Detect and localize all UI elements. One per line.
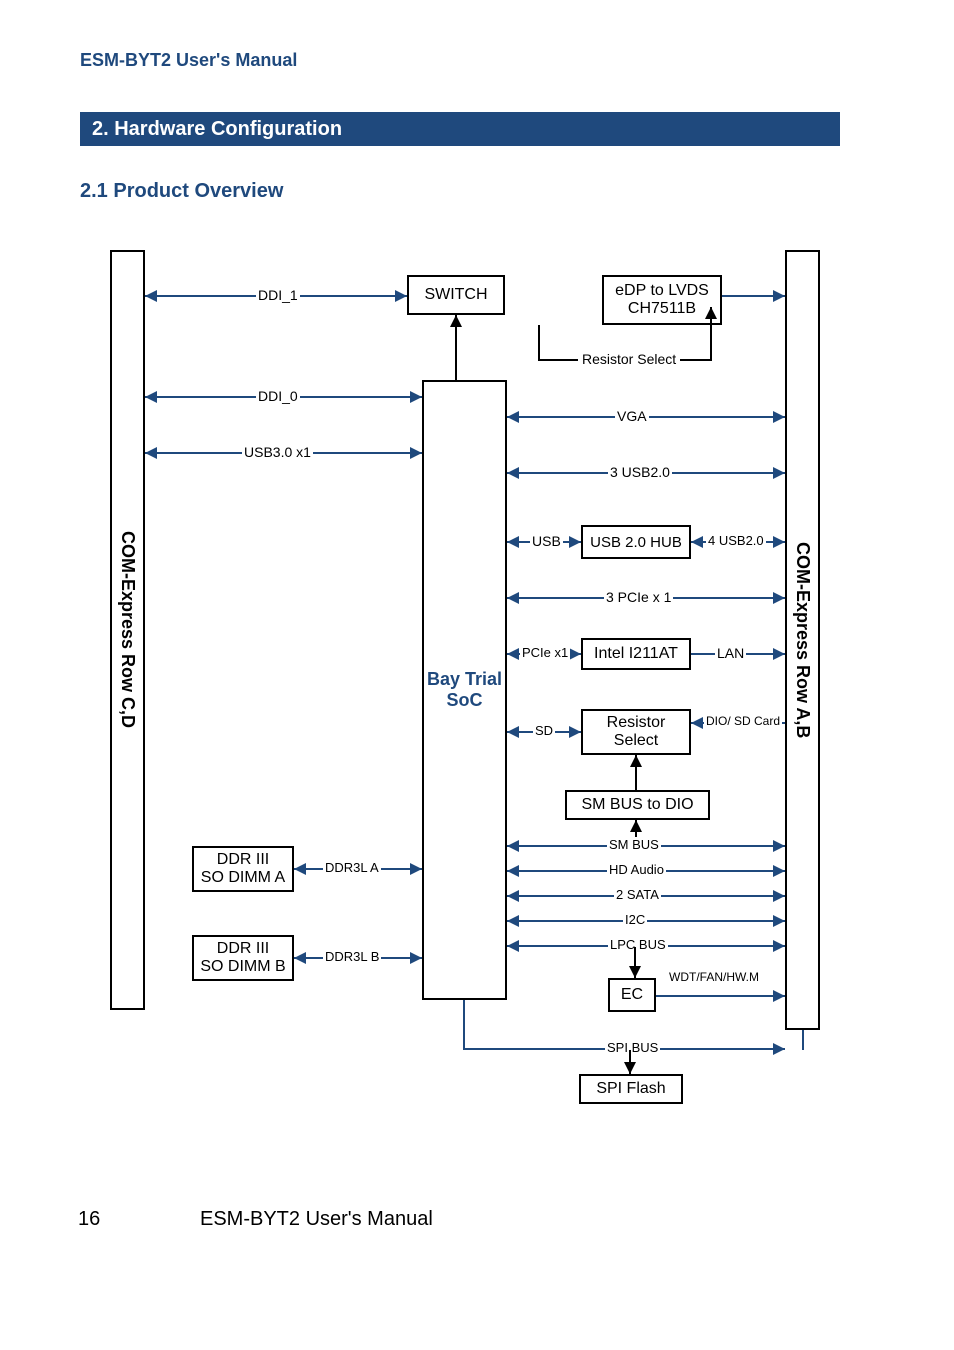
com-express-cd-label: COM-Express Row C,D — [117, 531, 138, 728]
lvds-l1: eDP to LVDS — [615, 282, 709, 300]
lan-label: LAN — [715, 645, 746, 661]
com-express-ab-box: COM-Express Row A,B — [785, 250, 820, 1030]
ddrb-l2: SO DIMM B — [200, 958, 285, 976]
soc-label2: SoC — [447, 690, 483, 711]
ddi1-label: DDI_1 — [256, 287, 300, 303]
spi-label: SPI BUS — [605, 1040, 660, 1055]
vga-label: VGA — [615, 408, 649, 424]
res-l2: Select — [614, 732, 658, 750]
lvds-l2: CH7511B — [628, 300, 696, 318]
section-heading: 2.1 Product Overview — [80, 180, 283, 203]
com-express-ab-label: COM-Express Row A,B — [792, 542, 813, 738]
ddra-l2: SO DIMM A — [201, 869, 285, 887]
block-diagram: COM-Express Row C,D COM-Express Row A,B … — [110, 250, 820, 1112]
ddrb-l1: DDR III — [217, 940, 269, 958]
dio-sd-label: DIO/ SD Card — [704, 714, 782, 728]
usb20-3-label: 3 USB2.0 — [608, 464, 672, 480]
pcie1-label: PCIe x1 — [520, 645, 570, 660]
sata-label: 2 SATA — [614, 887, 661, 902]
ddr3lb-label: DDR3L B — [323, 949, 381, 964]
res-l1: Resistor — [607, 714, 666, 732]
resistor-select-label: Resistor Select — [580, 351, 678, 367]
sd-label: SD — [533, 723, 555, 738]
soc-box: Bay Trial SoC — [422, 380, 507, 1000]
ddr3la-label: DDR3L A — [323, 860, 381, 875]
ddi0-label: DDI_0 — [256, 388, 300, 404]
page-number: 16 — [78, 1208, 100, 1231]
ddr-a-box: DDR III SO DIMM A — [192, 846, 294, 892]
manual-header: ESM-BYT2 User's Manual — [80, 50, 297, 71]
usb-hub-box: USB 2.0 HUB — [581, 525, 691, 559]
ddra-l1: DDR III — [217, 851, 269, 869]
lvds-box: eDP to LVDS CH7511B — [602, 275, 722, 325]
ddr-b-box: DDR III SO DIMM B — [192, 935, 294, 981]
smbus-label: SM BUS — [607, 837, 661, 852]
pcie3-label: 3 PCIe x 1 — [604, 589, 673, 605]
hdaudio-label: HD Audio — [607, 862, 666, 877]
wdt-label: WDT/FAN/HW.M — [667, 970, 761, 984]
com-express-cd-box: COM-Express Row C,D — [110, 250, 145, 1010]
usb20-4-label: 4 USB2.0 — [706, 533, 766, 548]
footer-text: ESM-BYT2 User's Manual — [200, 1208, 433, 1231]
smbus-dio-box: SM BUS to DIO — [565, 790, 710, 820]
soc-label1: Bay Trial — [427, 669, 502, 690]
usb-label: USB — [530, 533, 563, 549]
lpc-label: LPC BUS — [608, 937, 668, 952]
i2c-label: I2C — [623, 912, 647, 927]
chapter-bar: 2. Hardware Configuration — [80, 112, 840, 146]
ec-box: EC — [608, 978, 656, 1012]
spi-flash-box: SPI Flash — [579, 1074, 683, 1104]
i211-box: Intel I211AT — [581, 638, 691, 670]
resistor-select-box: Resistor Select — [581, 709, 691, 755]
switch-box: SWITCH — [407, 275, 505, 315]
usb30-label: USB3.0 x1 — [242, 444, 313, 460]
